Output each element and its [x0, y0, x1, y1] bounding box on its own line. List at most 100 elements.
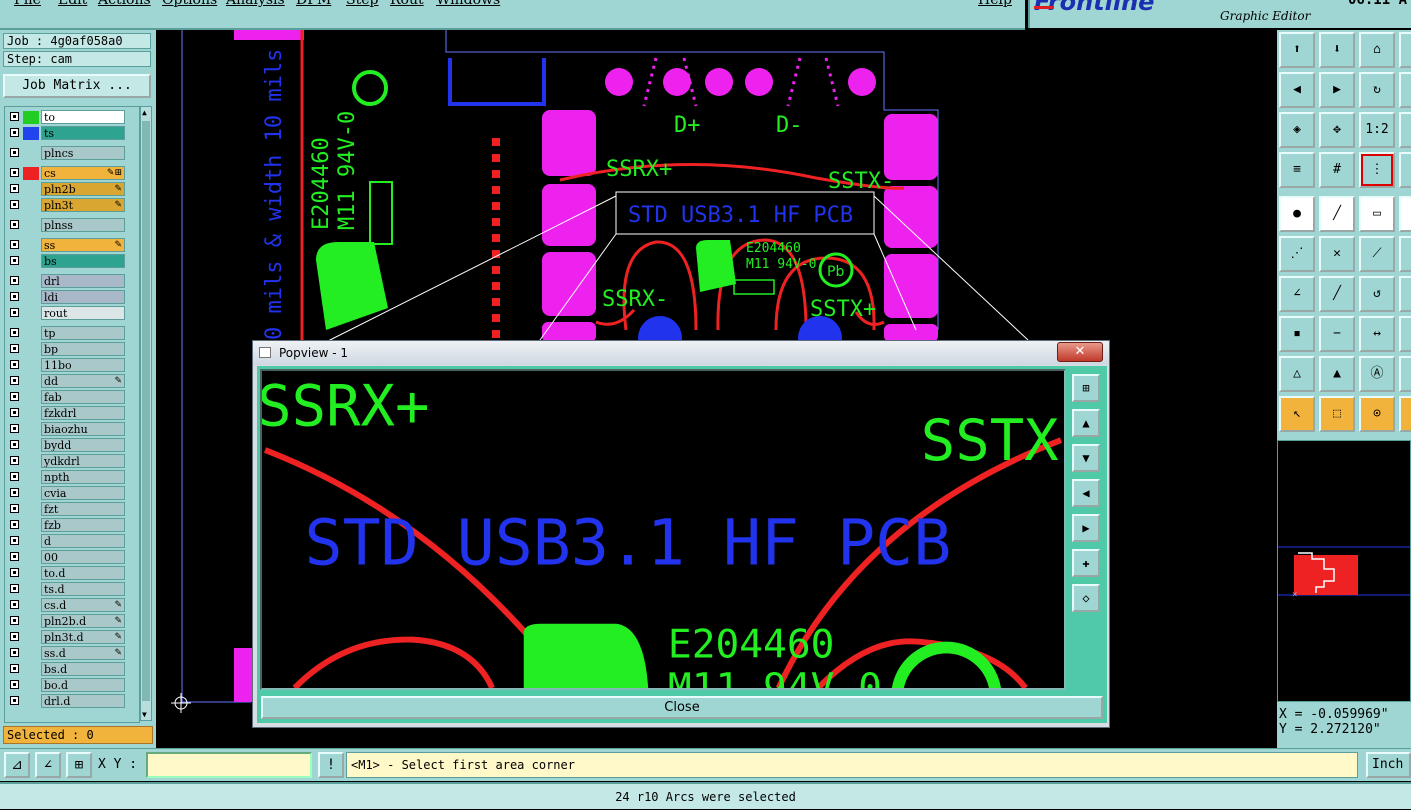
layer-name[interactable]: ydkdrl — [41, 454, 125, 468]
dimension-icon[interactable]: ↔ — [1359, 316, 1395, 352]
layer-name[interactable]: bp — [41, 342, 125, 356]
popview-zoom-in-icon[interactable]: ✚ — [1072, 549, 1100, 577]
layer-row[interactable]: plnss — [5, 218, 139, 233]
layer-row[interactable]: plncs — [5, 146, 139, 161]
layer-row[interactable]: bs.d — [5, 662, 139, 677]
layer-name[interactable]: fzb — [41, 518, 125, 532]
menu-dfm[interactable]: DFM — [296, 0, 331, 8]
layer-name[interactable]: npth — [41, 470, 125, 484]
layer-name[interactable]: ldi — [41, 290, 125, 304]
popview-close-button[interactable]: Close — [261, 696, 1103, 719]
layer-name[interactable]: bs.d — [41, 662, 125, 676]
popview-fit-icon[interactable]: ◇ — [1072, 584, 1100, 612]
menu-help[interactable]: Help — [978, 0, 1012, 8]
grid-icon[interactable]: # — [1319, 152, 1355, 188]
measure-icon[interactable]: ● — [1279, 196, 1315, 232]
layer-name[interactable]: plnss — [41, 218, 125, 232]
layer-checkbox[interactable] — [10, 616, 19, 625]
layer-row[interactable]: fzkdrl — [5, 406, 139, 421]
layer-name[interactable]: 00 — [41, 550, 125, 564]
menu-analysis[interactable]: Analysis — [226, 0, 285, 8]
layer-checkbox[interactable] — [10, 632, 19, 641]
layer-name[interactable]: bydd — [41, 438, 125, 452]
layer-name[interactable]: to.d — [41, 566, 125, 580]
layer-name[interactable]: pln3t.d ✎ — [41, 630, 125, 644]
arrow-up-icon[interactable]: Ⓐ — [1359, 356, 1395, 392]
layer-row[interactable]: ts — [5, 126, 139, 141]
job-matrix-button[interactable]: Job Matrix ... — [3, 74, 151, 98]
grid-snap-icon[interactable]: ⊞ — [66, 752, 92, 778]
layer-name[interactable]: tp — [41, 326, 125, 340]
layer-name[interactable]: bs — [41, 254, 125, 268]
select-box-icon[interactable]: ⬚ — [1319, 396, 1355, 432]
layer-row[interactable]: pln3t.d ✎ — [5, 630, 139, 645]
more-icon[interactable]: ▸ — [1399, 356, 1411, 392]
snap-corner-icon[interactable]: ⊿ — [4, 752, 30, 778]
layer-row[interactable]: cs.d ✎ — [5, 598, 139, 613]
layer-checkbox[interactable] — [10, 472, 19, 481]
layer-name[interactable]: ss ✎ — [41, 238, 125, 252]
minus-icon[interactable]: − — [1319, 316, 1355, 352]
layer-row[interactable]: pln2b ✎ — [5, 182, 139, 197]
pan-right-icon[interactable]: ▶ — [1319, 72, 1355, 108]
zoom-home-icon[interactable]: ⬆ — [1279, 32, 1315, 68]
angle-icon[interactable]: ∠ — [1279, 276, 1315, 312]
layer-checkbox[interactable] — [10, 328, 19, 337]
layer-name[interactable]: drl — [41, 274, 125, 288]
display-options-icon[interactable]: ≡ — [1279, 152, 1315, 188]
layer-checkbox[interactable] — [10, 112, 19, 121]
layer-name[interactable]: to — [41, 110, 125, 124]
layer-row[interactable]: bydd — [5, 438, 139, 453]
layer-checkbox[interactable] — [10, 488, 19, 497]
layer-name[interactable]: dd ✎ — [41, 374, 125, 388]
layer-row[interactable]: fzb — [5, 518, 139, 533]
layer-name[interactable]: ss.d ✎ — [41, 646, 125, 660]
layer-row[interactable]: ldi — [5, 290, 139, 305]
layer-row[interactable]: ss ✎ — [5, 238, 139, 253]
layer-checkbox[interactable] — [10, 200, 19, 209]
layer-name[interactable]: ts — [41, 126, 125, 140]
popview-close-icon[interactable]: ✕ — [1057, 342, 1103, 362]
layer-checkbox[interactable] — [10, 584, 19, 593]
layer-color-swatch[interactable] — [23, 111, 39, 124]
zoom-down-icon[interactable]: ⬇ — [1319, 32, 1355, 68]
layer-row[interactable]: pln3t ✎ — [5, 198, 139, 213]
layer-checkbox[interactable] — [10, 552, 19, 561]
layer-checkbox[interactable] — [10, 276, 19, 285]
more-icon[interactable]: ▸ — [1399, 236, 1411, 272]
more-icon[interactable]: ▸ — [1399, 316, 1411, 352]
popview-pan-right-icon[interactable]: ▶ — [1072, 514, 1100, 542]
route-icon[interactable]: ⟋ — [1359, 236, 1395, 272]
scroll-thumb[interactable] — [142, 121, 150, 701]
more-icon[interactable]: ▸ — [1399, 112, 1411, 148]
zoom-center-icon[interactable]: ✥ — [1319, 112, 1355, 148]
triangle-fill-icon[interactable]: ▲ — [1319, 356, 1355, 392]
layer-name[interactable]: pln3t ✎ — [41, 198, 125, 212]
menu-options[interactable]: Options — [162, 0, 217, 8]
layer-checkbox[interactable] — [10, 392, 19, 401]
layer-name[interactable]: biaozhu — [41, 422, 125, 436]
scroll-down-icon[interactable]: ▼ — [142, 710, 147, 719]
popview-zoom-icon[interactable]: ⊞ — [1072, 374, 1100, 402]
layer-checkbox[interactable] — [10, 184, 19, 193]
select-cursor-icon[interactable]: ⊙ — [1359, 396, 1395, 432]
layer-checkbox[interactable] — [10, 520, 19, 529]
layer-name[interactable]: drl.d — [41, 694, 125, 708]
layer-checkbox[interactable] — [10, 128, 19, 137]
layer-checkbox[interactable] — [10, 648, 19, 657]
layer-name[interactable]: bo.d — [41, 678, 125, 692]
layer-checkbox[interactable] — [10, 360, 19, 369]
layer-row[interactable]: to.d — [5, 566, 139, 581]
layer-row[interactable]: npth — [5, 470, 139, 485]
layer-checkbox[interactable] — [10, 504, 19, 513]
layer-checkbox[interactable] — [10, 240, 19, 249]
layer-row[interactable]: pln2b.d ✎ — [5, 614, 139, 629]
layer-row[interactable]: 11bo — [5, 358, 139, 373]
zoom-ratio-icon[interactable]: 1:2 — [1359, 112, 1395, 148]
layer-list-scrollbar[interactable]: ▲ ▼ — [140, 106, 152, 721]
layer-checkbox[interactable] — [10, 696, 19, 705]
layer-name[interactable]: pln2b.d ✎ — [41, 614, 125, 628]
layer-checkbox[interactable] — [10, 256, 19, 265]
popview-pan-left-icon[interactable]: ◀ — [1072, 479, 1100, 507]
layer-checkbox[interactable] — [10, 308, 19, 317]
